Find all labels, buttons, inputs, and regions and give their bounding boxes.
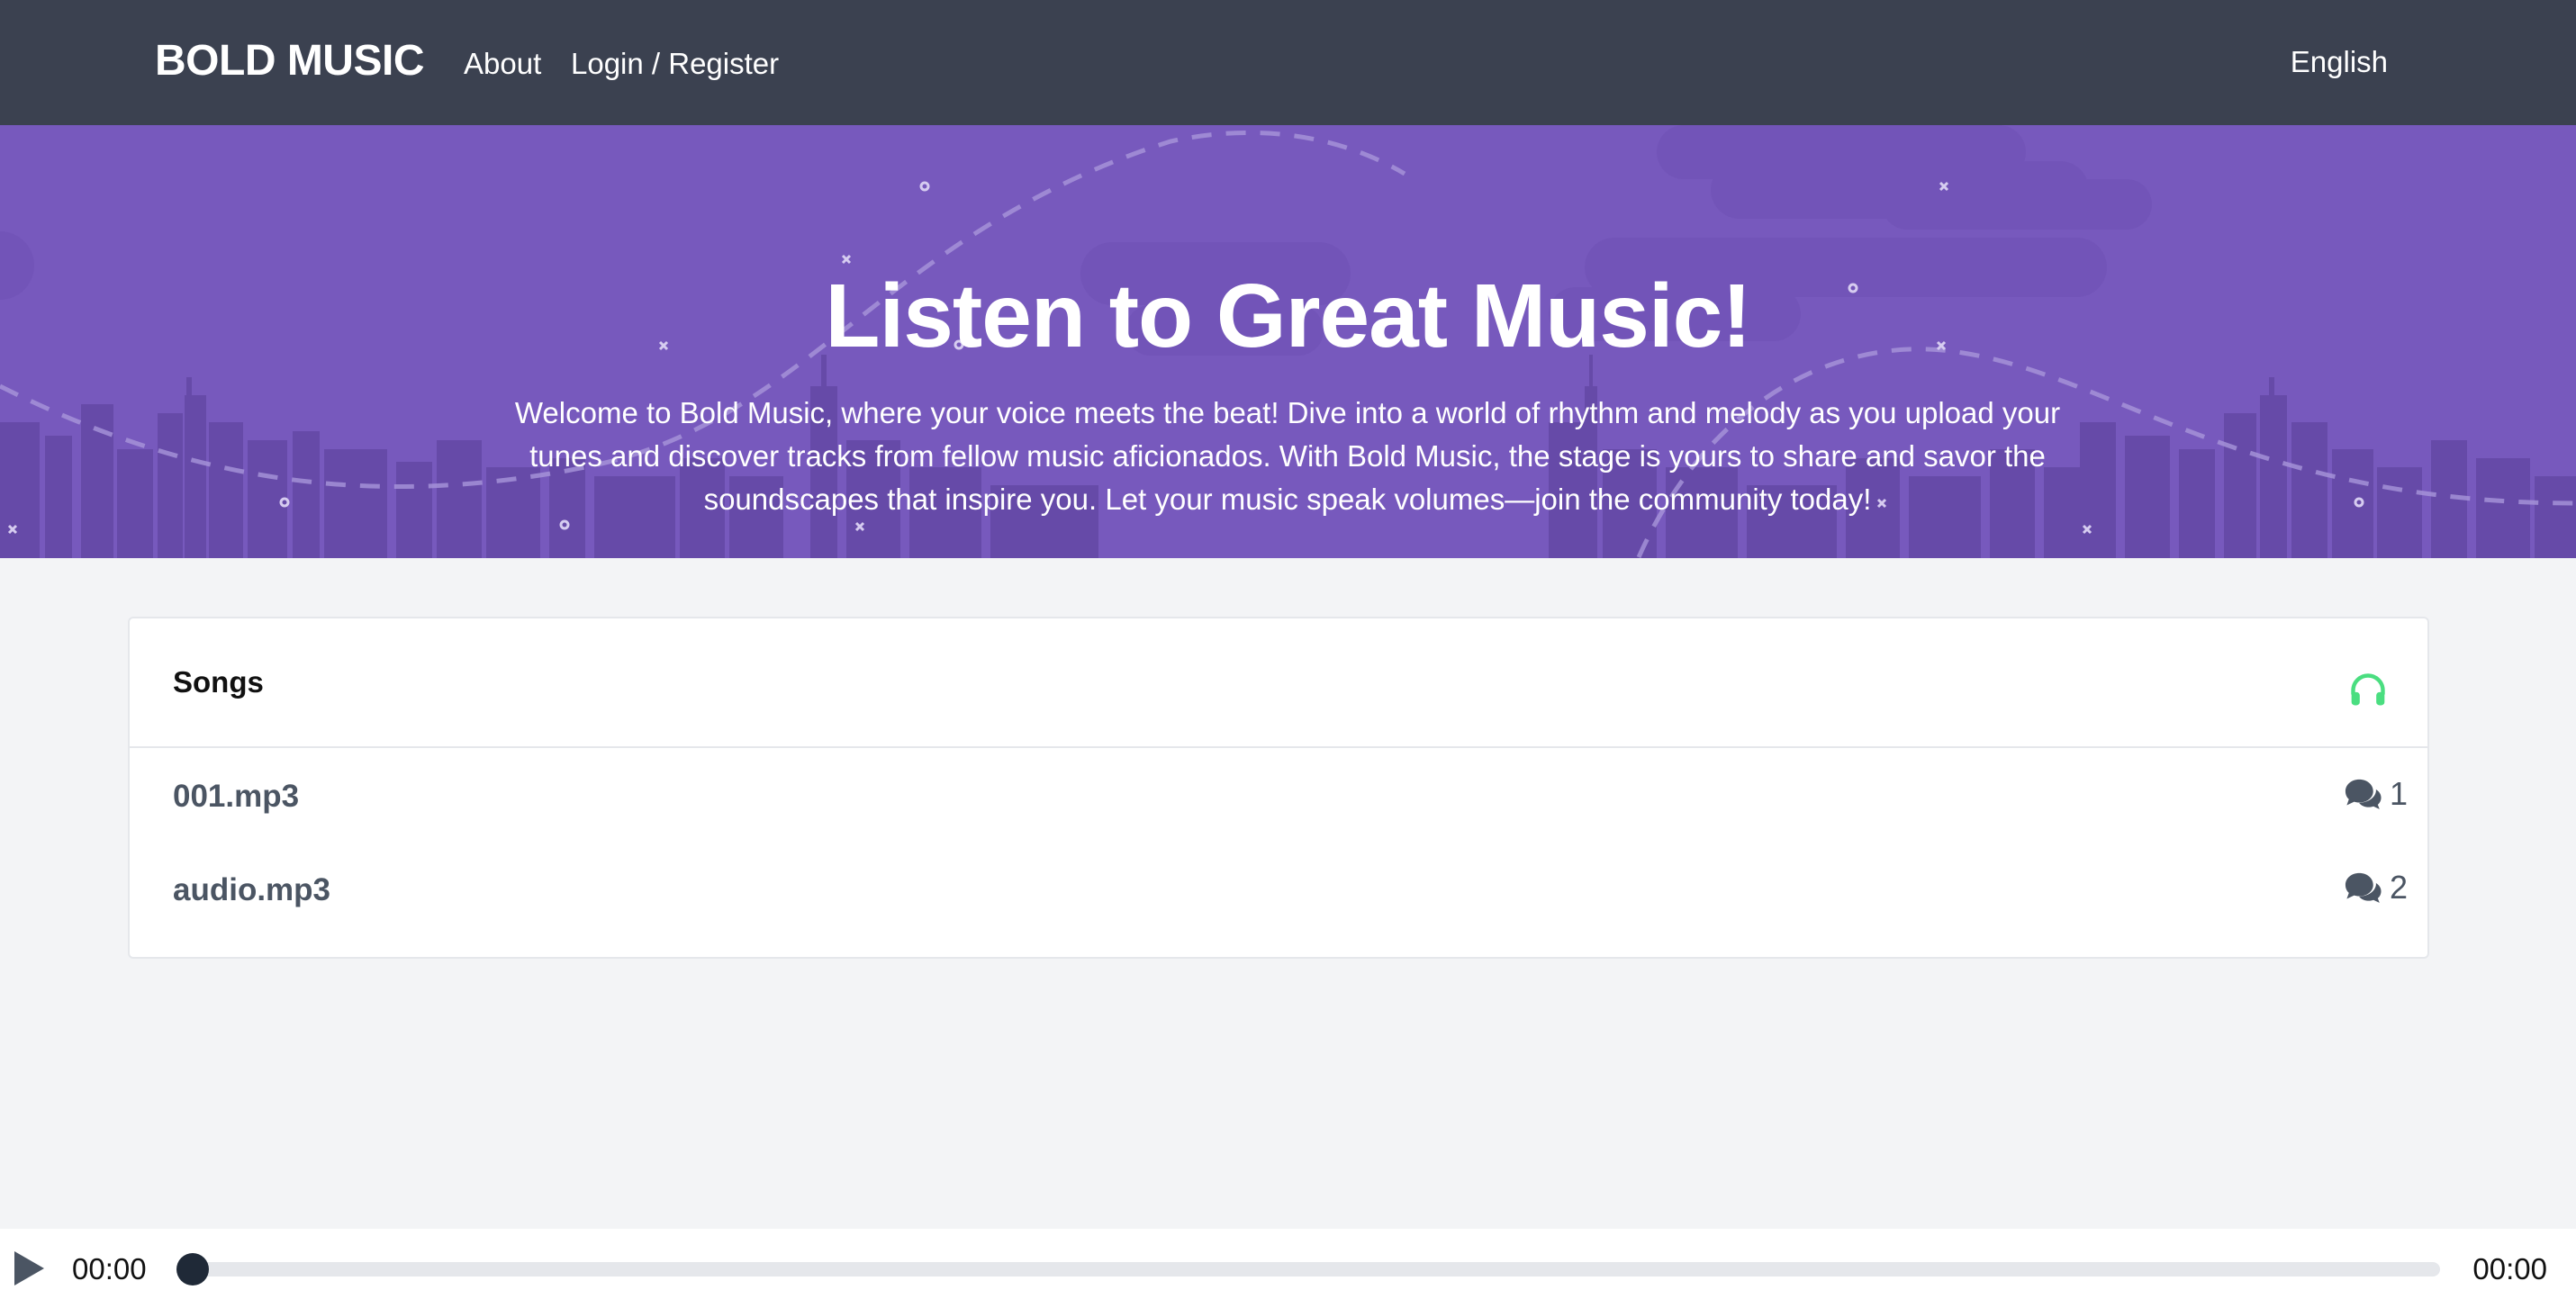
seek-bar-thumb[interactable]: [176, 1253, 209, 1285]
comments-icon: [2345, 779, 2382, 809]
song-list-item[interactable]: audio.mp3 2: [130, 842, 2427, 935]
hero-banner: Listen to Great Music! Welcome to Bold M…: [0, 125, 2576, 558]
comment-count: 1: [2389, 775, 2408, 812]
current-time: 00:00: [72, 1252, 147, 1285]
hero-description: Welcome to Bold Music, where your voice …: [514, 396, 2061, 516]
language-selector[interactable]: English: [2291, 45, 2388, 79]
comments-icon: [2345, 872, 2382, 903]
play-icon[interactable]: [11, 1249, 47, 1288]
comment-count: 2: [2389, 869, 2408, 906]
top-navbar: BOLD MUSIC About Login / Register Englis…: [0, 0, 2576, 125]
songs-card-title: Songs: [173, 665, 264, 699]
nav-about-link[interactable]: About: [464, 47, 541, 81]
audio-player: 00:00 00:00: [0, 1229, 2576, 1308]
song-name[interactable]: audio.mp3: [173, 872, 330, 908]
song-list-item[interactable]: 001.mp3 1: [130, 748, 2427, 842]
songs-card-header: Songs: [130, 618, 2427, 748]
total-time: 00:00: [2472, 1252, 2547, 1285]
headphones-icon: [2351, 673, 2385, 706]
song-comment-count[interactable]: 1: [2343, 775, 2408, 813]
hero-title: Listen to Great Music!: [825, 266, 1751, 366]
song-comment-count[interactable]: 2: [2343, 869, 2408, 907]
brand-logo[interactable]: BOLD MUSIC: [155, 36, 424, 86]
seek-bar[interactable]: [176, 1253, 2440, 1285]
nav-login-register-link[interactable]: Login / Register: [571, 47, 779, 81]
songs-card: Songs 001.mp3 1 audio.mp3 2: [128, 617, 2429, 959]
song-name[interactable]: 001.mp3: [173, 779, 299, 815]
